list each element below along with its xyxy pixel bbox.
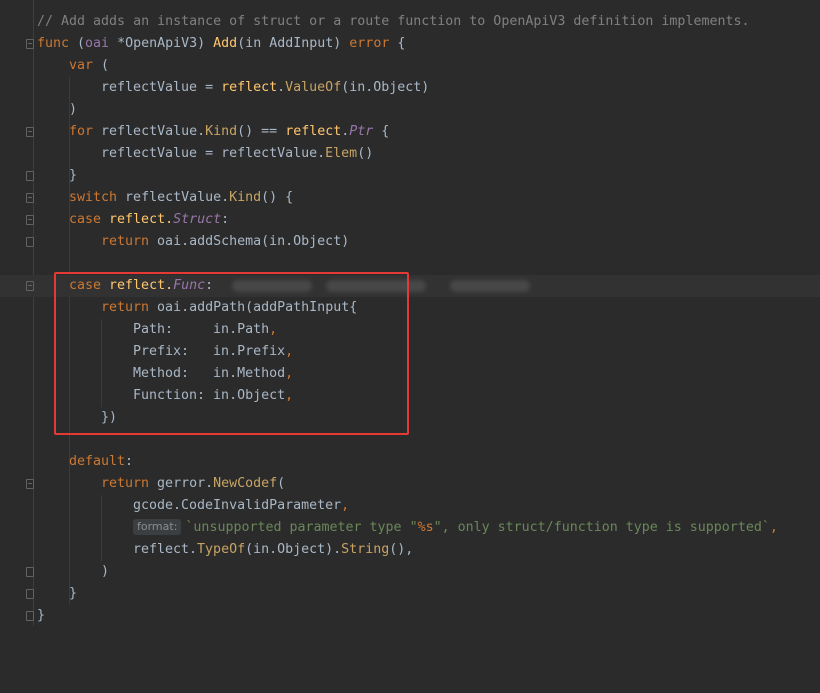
code-line: reflectValue = reflect.ValueOf(in.Object…: [0, 77, 820, 99]
type-name: OpenApiV3: [125, 36, 198, 51]
punct: {: [373, 124, 390, 139]
constant: Struct: [173, 212, 222, 227]
code-line: var (: [0, 55, 820, 77]
type-name: AddInput: [269, 36, 334, 51]
blurred-annotation: [450, 280, 530, 292]
code-line: return oai.addSchema(in.Object): [0, 231, 820, 253]
punct: ): [333, 36, 350, 51]
code-line: case reflect.Struct:: [0, 209, 820, 231]
punct: (: [277, 476, 286, 491]
fold-marker-icon[interactable]: [26, 479, 34, 489]
fold-marker-icon[interactable]: [26, 611, 34, 621]
function-call: ValueOf: [285, 80, 342, 95]
keyword: for: [69, 124, 94, 139]
keyword: func: [37, 36, 70, 51]
function-call: NewCodef: [213, 476, 278, 491]
keyword: case: [69, 212, 102, 227]
keyword: var: [69, 58, 94, 73]
code-editor[interactable]: // Add adds an instance of struct or a r…: [0, 0, 820, 626]
code-text: reflectValue.: [93, 124, 206, 139]
code-text: reflectValue = reflectValue.: [101, 146, 326, 161]
doc-comment: // Add adds an instance of struct or a r…: [37, 14, 750, 29]
package-name: reflect: [285, 124, 342, 139]
fold-marker-icon[interactable]: [26, 39, 34, 49]
function-name: Add: [213, 36, 238, 51]
code-line: }: [0, 605, 820, 627]
code-line: // Add adds an instance of struct or a r…: [0, 11, 820, 33]
code-text: oai.: [149, 234, 190, 249]
method-call: addSchema: [189, 234, 262, 249]
method-call: Elem: [325, 146, 358, 161]
punct: ,: [769, 520, 778, 535]
method-call: Kind: [229, 190, 262, 205]
punct: (): [357, 146, 374, 161]
fold-marker-icon[interactable]: [26, 281, 34, 291]
code-line: ): [0, 561, 820, 583]
keyword: return: [101, 476, 150, 491]
fold-marker-icon[interactable]: [26, 193, 34, 203]
code-line: reflectValue = reflectValue.Elem(): [0, 143, 820, 165]
parameter-hint: format:: [133, 519, 182, 535]
punct: ,: [341, 498, 350, 513]
method-call: String: [341, 542, 390, 557]
constant: Ptr: [349, 124, 374, 139]
method-call: Kind: [205, 124, 238, 139]
fold-marker-icon[interactable]: [26, 127, 34, 137]
code-text: (in.Object): [261, 234, 350, 249]
string-literal: ", only struct/function type is supporte…: [433, 520, 770, 535]
fold-marker-icon[interactable]: [26, 589, 34, 599]
package-name: reflect.: [101, 212, 174, 227]
code-text: (in.Object).: [245, 542, 342, 557]
fold-marker-icon[interactable]: [26, 567, 34, 577]
punct: :: [125, 454, 134, 469]
punct: :: [221, 212, 230, 227]
code-text: reflect.: [133, 542, 198, 557]
code-text: }: [69, 168, 78, 183]
code-line: format: `unsupported parameter type "%s",…: [0, 517, 820, 539]
fold-marker-icon[interactable]: [26, 237, 34, 247]
fold-marker-icon[interactable]: [26, 215, 34, 225]
function-call: TypeOf: [197, 542, 246, 557]
code-line: func (oai *OpenApiV3) Add(in AddInput) e…: [0, 33, 820, 55]
package-name: reflect: [221, 80, 278, 95]
code-line: gcode.CodeInvalidParameter,: [0, 495, 820, 517]
code-text: }: [37, 608, 46, 623]
code-line: }: [0, 165, 820, 187]
punct: {: [389, 36, 406, 51]
code-text: (in.Object): [341, 80, 430, 95]
code-line: reflect.TypeOf(in.Object).String(),: [0, 539, 820, 561]
code-text: reflectValue.: [117, 190, 230, 205]
string-literal: `unsupported parameter type ": [185, 520, 418, 535]
receiver: oai: [85, 36, 110, 51]
code-text: () ==: [237, 124, 286, 139]
punct: (: [93, 58, 110, 73]
code-line: }: [0, 583, 820, 605]
keyword: return: [101, 234, 150, 249]
code-line: for reflectValue.Kind() == reflect.Ptr {: [0, 121, 820, 143]
keyword: switch: [69, 190, 118, 205]
fold-marker-icon[interactable]: [26, 171, 34, 181]
punct: *: [109, 36, 126, 51]
highlight-box: [54, 272, 409, 435]
code-text: reflectValue =: [101, 80, 222, 95]
code-text: ): [69, 102, 78, 117]
code-text: gcode.CodeInvalidParameter: [133, 498, 342, 513]
code-text: }: [69, 586, 78, 601]
punct: .: [277, 80, 286, 95]
code-line: default:: [0, 451, 820, 473]
code-text: ): [101, 564, 110, 579]
code-line: return gerror.NewCodef(: [0, 473, 820, 495]
return-type: error: [349, 36, 390, 51]
punct: (: [69, 36, 86, 51]
punct: (),: [389, 542, 414, 557]
code-text: gerror.: [149, 476, 214, 491]
punct: () {: [261, 190, 294, 205]
code-line: ): [0, 99, 820, 121]
punct: (in: [237, 36, 270, 51]
punct: ): [197, 36, 214, 51]
keyword: default: [69, 454, 126, 469]
format-verb: %s: [417, 520, 434, 535]
code-line: switch reflectValue.Kind() {: [0, 187, 820, 209]
